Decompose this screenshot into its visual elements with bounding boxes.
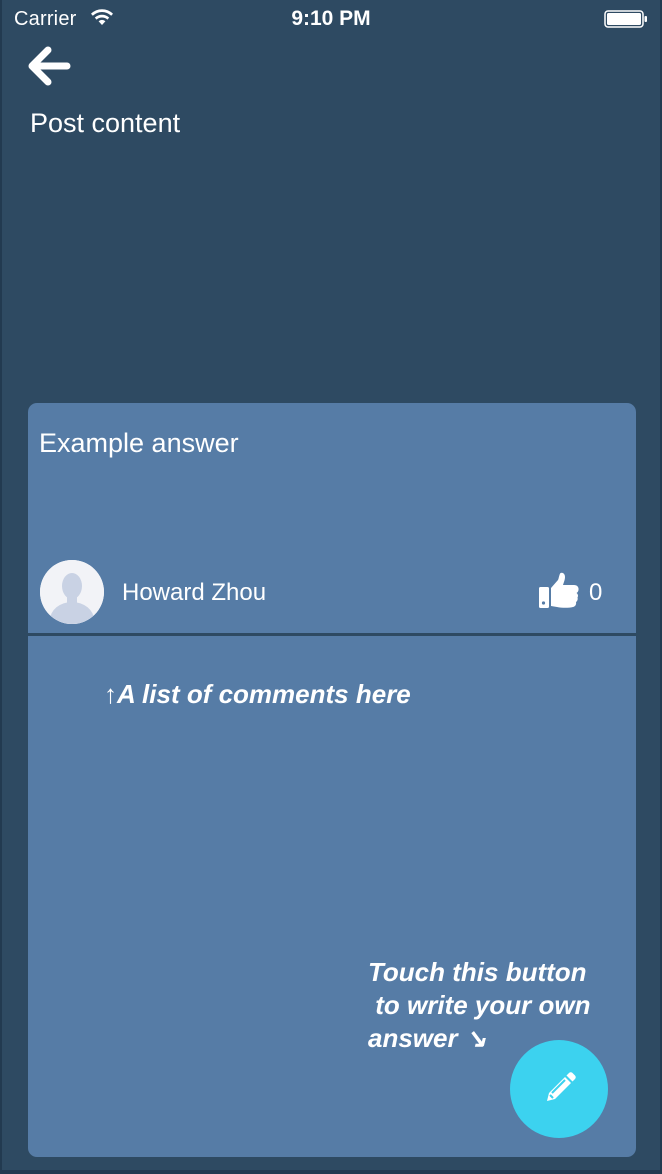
comments-hint: ↑A list of comments here <box>104 679 411 709</box>
write-answer-button[interactable] <box>510 1040 608 1138</box>
divider <box>28 633 636 636</box>
like-count: 0 <box>589 579 603 606</box>
arrow-left-icon <box>28 46 71 86</box>
status-clock: 9:10 PM <box>291 7 371 30</box>
pencil-icon <box>547 1072 576 1101</box>
fab-hint-line: to write your own <box>368 990 591 1020</box>
page-title: Post content <box>30 108 181 138</box>
answer-title: Example answer <box>39 428 239 458</box>
thumbs-up-icon <box>539 572 579 608</box>
default-avatar-icon <box>40 560 104 624</box>
like-button[interactable] <box>538 570 580 612</box>
back-button[interactable] <box>28 46 72 90</box>
answer-card: Example answer Howard Zhou 0 ↑A list of … <box>28 403 636 1157</box>
author-name[interactable]: Howard Zhou <box>122 579 266 607</box>
author-row: Howard Zhou 0 <box>28 558 636 636</box>
fab-hint: Touch this button to write your own answ… <box>368 956 618 1055</box>
battery-icon <box>604 10 647 28</box>
status-bar: Carrier 9:10 PM <box>2 0 660 36</box>
screen: Carrier 9:10 PM Post content Example ans… <box>0 0 662 1174</box>
avatar[interactable] <box>40 560 104 624</box>
fab-hint-line: Touch this button <box>368 957 587 987</box>
